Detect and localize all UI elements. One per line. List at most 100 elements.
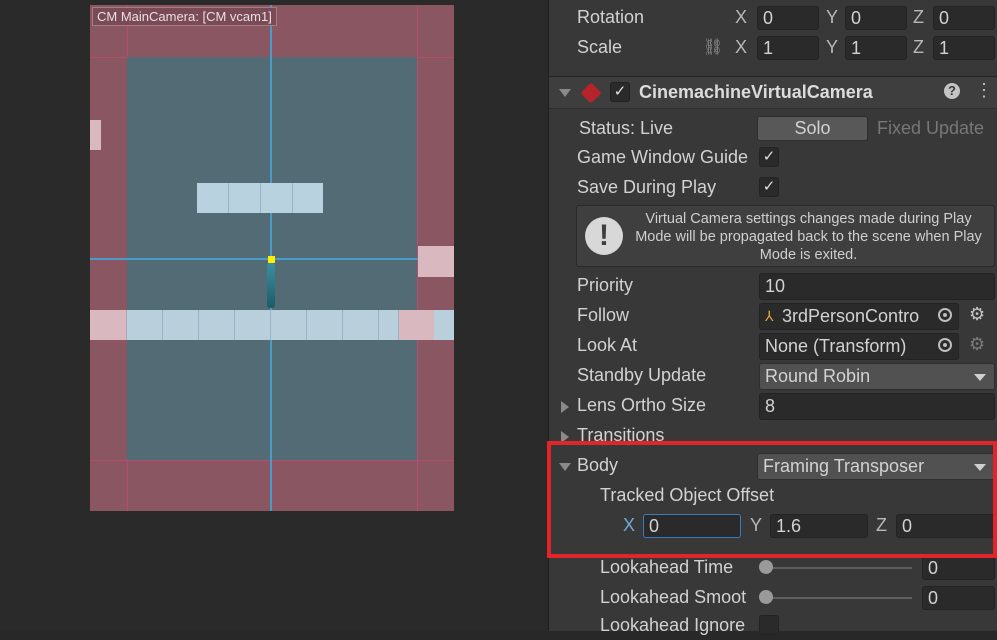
- priority-label: Priority: [577, 275, 634, 295]
- tracked-offset-y-field[interactable]: 1.6: [770, 514, 868, 538]
- platform-tile: [90, 120, 101, 150]
- rotation-label: Rotation: [577, 7, 645, 27]
- cinemachine-icon: [580, 82, 602, 104]
- gear-icon[interactable]: ⚙: [969, 334, 985, 355]
- floating-platform: [197, 183, 323, 213]
- rotation-x-field[interactable]: 0: [757, 6, 819, 30]
- game-window-guides-row: Game Window Guide ✓: [549, 144, 997, 172]
- save-during-play-row: Save During Play ✓: [549, 174, 997, 202]
- player-character: [267, 263, 275, 308]
- game-window-guides-checkbox[interactable]: ✓: [759, 147, 779, 167]
- camera-label: CM MainCamera: [CM vcam1]: [92, 7, 277, 26]
- save-during-play-checkbox[interactable]: ✓: [759, 177, 779, 197]
- lookahead-time-slider-knob[interactable]: [759, 560, 773, 574]
- axis-x-label: X: [735, 37, 748, 57]
- inspector-panel: Rotation X 0 Y 0 Z 0 Scale ⛓ X 1 Y 1 Z 1…: [548, 0, 997, 635]
- object-picker-icon[interactable]: [938, 308, 952, 322]
- transitions-label[interactable]: Transitions: [577, 425, 664, 446]
- scale-row: Scale ⛓ X 1 Y 1 Z 1: [549, 34, 997, 62]
- lookahead-smoothing-slider-knob[interactable]: [759, 590, 773, 604]
- object-picker-icon[interactable]: [938, 338, 952, 352]
- tracked-object-offset-label: Tracked Object Offset: [600, 485, 775, 505]
- scale-y-field[interactable]: 1: [845, 36, 907, 60]
- axis-y-label: Y: [750, 515, 763, 535]
- axis-x-label: X: [735, 7, 748, 27]
- chevron-down-icon: [974, 374, 986, 381]
- follow-field[interactable]: ⅄ 3rdPersonContro: [759, 303, 959, 330]
- tracked-offset-z-field[interactable]: 0: [896, 514, 995, 538]
- lens-row: Lens Ortho Size 8: [549, 392, 997, 420]
- scale-x-field[interactable]: 1: [757, 36, 819, 60]
- collapse-arrow-icon[interactable]: [559, 463, 571, 471]
- menu-icon[interactable]: ⋮: [975, 80, 993, 101]
- lookahead-smoothing-label: Lookahead Smoot: [600, 587, 747, 607]
- game-window-guides-label: Game Window Guide: [577, 147, 749, 167]
- axis-y-label: Y: [826, 7, 839, 27]
- lookahead-ignore-row: Lookahead Ignore: [549, 612, 997, 640]
- priority-field[interactable]: 10: [759, 273, 995, 300]
- collapse-arrow-icon[interactable]: [559, 89, 571, 97]
- look-at-field[interactable]: None (Transform): [759, 333, 959, 360]
- tracked-offset-x-field[interactable]: 0: [643, 514, 741, 538]
- solo-button[interactable]: Solo: [757, 116, 868, 141]
- body-row: Body Framing Transposer: [549, 452, 997, 480]
- follow-label: Follow: [577, 305, 630, 325]
- axis-z-label: Z: [876, 515, 887, 535]
- component-enabled-checkbox[interactable]: ✓: [610, 82, 630, 102]
- priority-row: Priority 10: [549, 272, 997, 300]
- ground-platform: [90, 310, 454, 340]
- target-marker: [268, 256, 275, 263]
- lookahead-time-label: Lookahead Time: [600, 557, 734, 577]
- body-label[interactable]: Body: [577, 455, 618, 476]
- standby-update-value: Round Robin: [765, 366, 871, 386]
- tracked-offset-row: X 0 Y 1.6 Z 0: [549, 512, 997, 540]
- standby-update-label: Standby Update: [577, 365, 707, 385]
- expand-arrow-icon[interactable]: [561, 431, 569, 443]
- lookahead-time-field[interactable]: 0: [922, 556, 995, 580]
- standby-update-dropdown[interactable]: Round Robin: [759, 363, 995, 390]
- rotation-row: Rotation X 0 Y 0 Z 0: [549, 4, 997, 32]
- body-value: Framing Transposer: [763, 456, 925, 476]
- rotation-y-field[interactable]: 0: [845, 6, 907, 30]
- lookahead-smoothing-field[interactable]: 0: [922, 586, 995, 610]
- rotation-z-field[interactable]: 0: [933, 6, 995, 30]
- warning-text: Virtual Camera settings changes made dur…: [635, 211, 982, 263]
- help-icon[interactable]: ?: [944, 83, 960, 99]
- chevron-down-icon: [974, 464, 986, 471]
- standby-update-row: Standby Update Round Robin: [549, 362, 997, 390]
- expand-arrow-icon[interactable]: [561, 401, 569, 413]
- lookahead-time-row: Lookahead Time 0: [549, 554, 997, 582]
- scale-label: Scale: [577, 37, 623, 57]
- axis-x-label: X: [623, 515, 636, 535]
- scale-z-field[interactable]: 1: [933, 36, 995, 60]
- camera-viewport[interactable]: [90, 5, 454, 511]
- game-view[interactable]: CM MainCamera: [CM vcam1]: [0, 0, 548, 631]
- status-row: Status: Live Solo Fixed Update: [549, 115, 997, 143]
- axis-z-label: Z: [913, 37, 924, 57]
- transitions-row: Transitions: [549, 422, 997, 450]
- lookahead-time-slider-track[interactable]: [764, 567, 912, 569]
- save-during-play-label: Save During Play: [577, 177, 717, 197]
- component-title: CinemachineVirtualCamera: [639, 82, 873, 102]
- axis-z-label: Z: [913, 7, 924, 27]
- status-label: Status: Live: [579, 118, 674, 138]
- component-header[interactable]: ✓ CinemachineVirtualCamera ? ⋮: [549, 76, 997, 109]
- link-icon[interactable]: ⛓: [703, 37, 723, 57]
- lookahead-ignore-label: Lookahead Ignore: [600, 615, 746, 635]
- body-dropdown[interactable]: Framing Transposer: [757, 453, 995, 480]
- lookahead-smoothing-row: Lookahead Smoot 0: [549, 584, 997, 612]
- warning-box: ! Virtual Camera settings changes made d…: [576, 205, 995, 267]
- lens-ortho-size-field[interactable]: 8: [759, 393, 995, 420]
- lens-label[interactable]: Lens Ortho Size: [577, 395, 706, 416]
- gear-icon[interactable]: ⚙: [969, 304, 985, 325]
- look-at-row: Look At None (Transform) ⚙: [549, 332, 997, 360]
- look-at-label: Look At: [577, 335, 638, 355]
- lookahead-ignore-checkbox[interactable]: [759, 615, 779, 635]
- warning-icon: !: [585, 217, 623, 255]
- follow-row: 3rdPersonContro Follow ⅄ 3rdPersonContro…: [549, 302, 997, 330]
- follow-value: 3rdPersonContro: [782, 306, 920, 326]
- guide-line: [90, 460, 454, 461]
- lookahead-smoothing-slider-track[interactable]: [764, 597, 912, 599]
- platform-tile: [418, 246, 454, 277]
- transform-icon: ⅄: [765, 308, 774, 324]
